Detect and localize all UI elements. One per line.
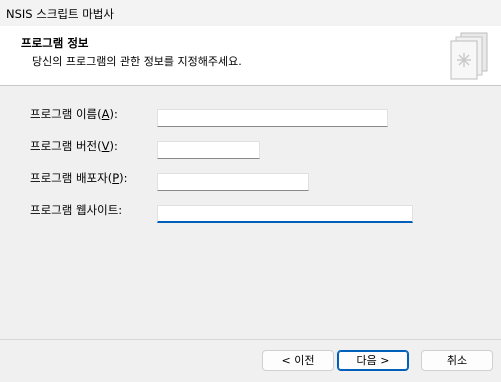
program-publisher-field[interactable]: [157, 173, 309, 191]
program-website-label: 프로그램 웹사이트:: [30, 203, 123, 217]
page-subtitle: 당신의 프로그램의 관한 정보를 지정해주세요.: [32, 55, 242, 68]
program-name-label: 프로그램 이름(A):: [30, 107, 118, 121]
program-name-field[interactable]: [157, 109, 388, 127]
window-title: NSIS 스크립트 마법사: [6, 7, 114, 21]
program-version-field[interactable]: [157, 141, 260, 159]
cancel-button[interactable]: 취소: [421, 350, 493, 371]
title-bar[interactable]: NSIS 스크립트 마법사: [0, 0, 501, 26]
page-title: 프로그램 정보: [21, 36, 89, 50]
program-version-label: 프로그램 버전(V):: [30, 139, 118, 153]
program-website-field[interactable]: [157, 205, 413, 223]
wizard-window: NSIS 스크립트 마법사 프로그램 정보 당신의 프로그램의 관한 정보를 지…: [0, 0, 501, 382]
back-button[interactable]: < 이전: [262, 350, 334, 371]
divider: [0, 339, 501, 340]
next-button[interactable]: 다음 >: [337, 350, 409, 371]
wizard-header: 프로그램 정보 당신의 프로그램의 관한 정보를 지정해주세요.: [0, 26, 501, 86]
book-pages-icon: [450, 32, 488, 80]
program-publisher-label: 프로그램 배포자(P):: [30, 171, 128, 185]
